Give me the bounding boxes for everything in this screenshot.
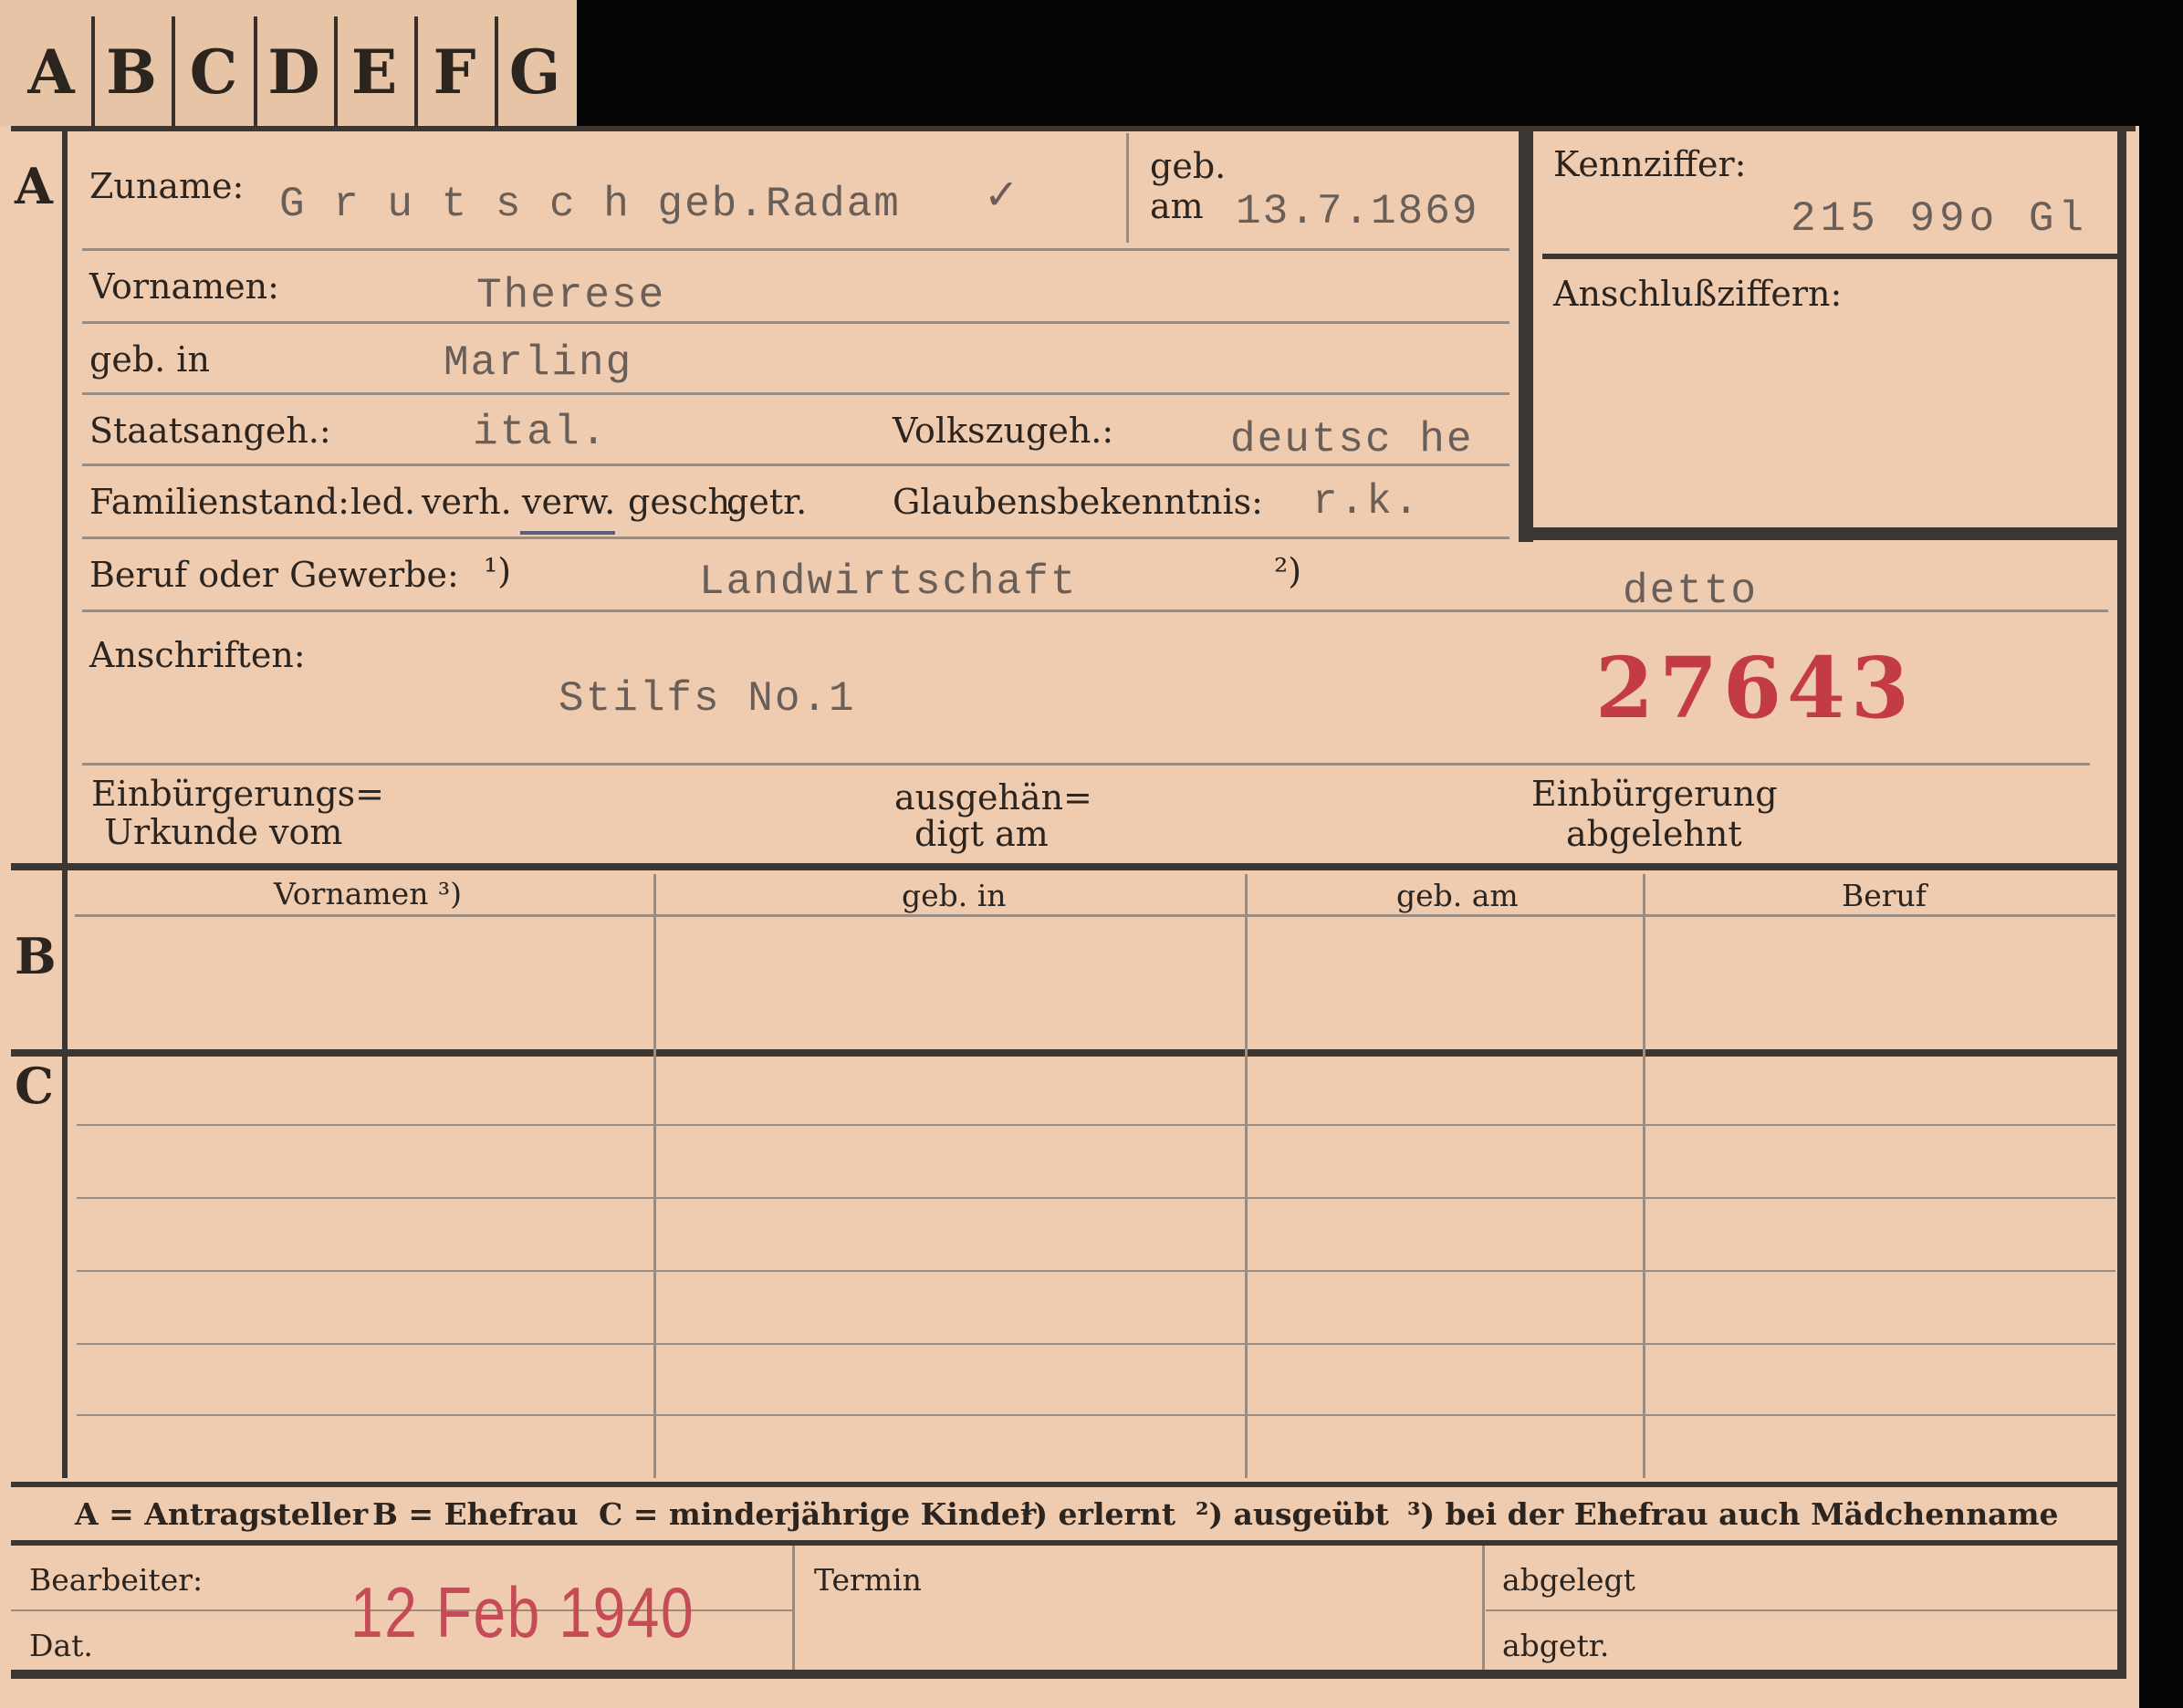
familienstand-verh[interactable]: verh. — [422, 482, 512, 522]
tab-b[interactable]: B — [91, 16, 175, 128]
verw-underline — [520, 531, 615, 535]
col-divider-1 — [653, 874, 656, 1478]
abgetr-label: abgetr. — [1502, 1628, 1610, 1663]
legend-b: B = Ehefrau — [372, 1496, 579, 1532]
row-line-2 — [82, 321, 1509, 324]
familienstand-gesch[interactable]: gesch. — [628, 482, 741, 522]
einbuergerung-urkunde-label-2: Urkunde vom — [104, 812, 343, 852]
dat-label: Dat. — [29, 1628, 93, 1663]
tab-f[interactable]: F — [414, 16, 498, 128]
index-tabs: A B C D E F G — [0, 0, 577, 128]
zuname-label: Zuname: — [89, 166, 245, 206]
legend-c: C = minderjährige Kinder — [599, 1496, 1037, 1532]
frame-top — [11, 126, 2136, 131]
footer-divider-1 — [792, 1546, 795, 1670]
bearbeiter-label: Bearbeiter: — [29, 1562, 204, 1598]
frame-bottom — [11, 1670, 2126, 1679]
footer-divider-2 — [1482, 1546, 1485, 1670]
header-underline — [75, 914, 2115, 917]
familienstand-verw[interactable]: verw. — [522, 482, 615, 522]
einbuergerung-abgelehnt-label-2: abgelehnt — [1566, 814, 1742, 854]
col-header-geb-in: geb. in — [902, 878, 1007, 913]
beruf-ausgeuebt-value: detto — [1623, 568, 1759, 615]
kennziffer-label: Kennziffer: — [1553, 144, 1747, 184]
vornamen-label: Vornamen: — [89, 266, 279, 307]
einbuergerung-urkunde-label-1: Einbürgerungs= — [91, 774, 384, 814]
familienstand-getr[interactable]: getr. — [726, 482, 807, 522]
vornamen-value: Therese — [476, 272, 666, 319]
beruf-note-2: ²) — [1274, 551, 1302, 591]
tab-d[interactable]: D — [254, 16, 338, 128]
beruf-erlernt-value: Landwirtschaft — [699, 558, 1078, 606]
geb-am-value: 13.7.1869 — [1236, 188, 1479, 235]
c-rule-1 — [77, 1124, 2115, 1126]
section-c-label: C — [15, 1057, 54, 1115]
glaubensbekenntnis-label: Glaubensbekenntnis: — [893, 482, 1263, 522]
legend-note-2: ²) ausgeübt — [1196, 1496, 1389, 1532]
row-line-7 — [82, 763, 2090, 765]
divider-a-b — [11, 863, 2126, 870]
beruf-label: Beruf oder Gewerbe: — [89, 555, 459, 595]
anschriften-label: Anschriften: — [89, 635, 306, 675]
row-line-5 — [82, 536, 1509, 539]
einbuergerung-abgelehnt-label-1: Einbürgerung — [1531, 774, 1778, 814]
date-stamp: 12 Feb 1940 — [350, 1572, 695, 1652]
abgelegt-label: abgelegt — [1502, 1562, 1635, 1598]
frame-left-inner — [62, 128, 68, 1478]
beruf-note-1: ¹) — [484, 551, 512, 591]
kennziffer-value: 215 99o Gl — [1791, 195, 2089, 243]
col-header-vornamen: Vornamen ³) — [274, 876, 463, 911]
kennziffer-divider — [1542, 254, 2117, 259]
col-divider-3 — [1643, 874, 1645, 1478]
footer-right-rule — [1486, 1609, 2117, 1611]
termin-label: Termin — [814, 1562, 922, 1598]
geb-in-label: geb. in — [89, 339, 210, 380]
geb-in-value: Marling — [444, 339, 633, 387]
kennziffer-box-left — [1519, 131, 1533, 542]
am-label: am — [1150, 186, 1204, 226]
divider-b-c — [11, 1049, 2126, 1057]
ausgehaendigt-label-1: ausgehän= — [894, 777, 1092, 818]
legend-a: A = Antragsteller — [75, 1496, 369, 1532]
row-line-1 — [82, 248, 1509, 251]
kennziffer-box-bottom — [1519, 527, 2117, 540]
anschrift-value: Stilfs No.1 — [559, 675, 856, 723]
tab-c[interactable]: C — [173, 16, 257, 128]
check-mark: ✓ — [984, 170, 1021, 219]
ausgehaendigt-label-2: digt am — [914, 814, 1049, 854]
staatsangeh-value: ital. — [473, 409, 609, 456]
tab-e[interactable]: E — [334, 16, 418, 128]
c-rule-5 — [77, 1414, 2115, 1416]
zuname-value: G r u t s c h geb.Radam — [279, 181, 901, 228]
section-b-label: B — [15, 927, 57, 985]
c-rule-3 — [77, 1270, 2115, 1272]
col-header-beruf: Beruf — [1842, 878, 1927, 913]
volkszugeh-value: deutsc he — [1230, 416, 1474, 463]
volkszugeh-label: Volkszugeh.: — [893, 411, 1114, 451]
tab-a[interactable]: A — [11, 16, 95, 128]
registration-number-stamp: 27643 — [1595, 639, 1916, 737]
col-divider-2 — [1245, 874, 1248, 1478]
familienstand-label: Familienstand: — [89, 482, 350, 522]
divider-legend-footer — [11, 1540, 2126, 1546]
registration-card — [0, 126, 2139, 1708]
anschlussziffern-label: Anschlußziffern: — [1553, 274, 1843, 314]
row-line-6 — [82, 609, 2108, 612]
row-line-3 — [82, 392, 1509, 395]
tab-g[interactable]: G — [495, 16, 575, 128]
zuname-divider — [1126, 133, 1129, 243]
row-line-4 — [82, 463, 1509, 466]
c-rule-2 — [77, 1197, 2115, 1199]
section-a-label: A — [15, 157, 53, 215]
frame-right — [2117, 128, 2126, 1679]
geb-label: geb. — [1150, 146, 1227, 186]
glaubensbekenntnis-value: r.k. — [1312, 478, 1421, 526]
c-rule-4 — [77, 1343, 2115, 1345]
staatsangeh-label: Staatsangeh.: — [89, 411, 331, 451]
legend-note-3: ³) bei der Ehefrau auch Mädchenname — [1407, 1496, 2059, 1532]
familienstand-led[interactable]: led. — [350, 482, 415, 522]
col-header-geb-am: geb. am — [1396, 878, 1519, 913]
legend-note-1: ¹) erlernt — [1020, 1496, 1176, 1532]
divider-c-legend — [11, 1482, 2126, 1487]
